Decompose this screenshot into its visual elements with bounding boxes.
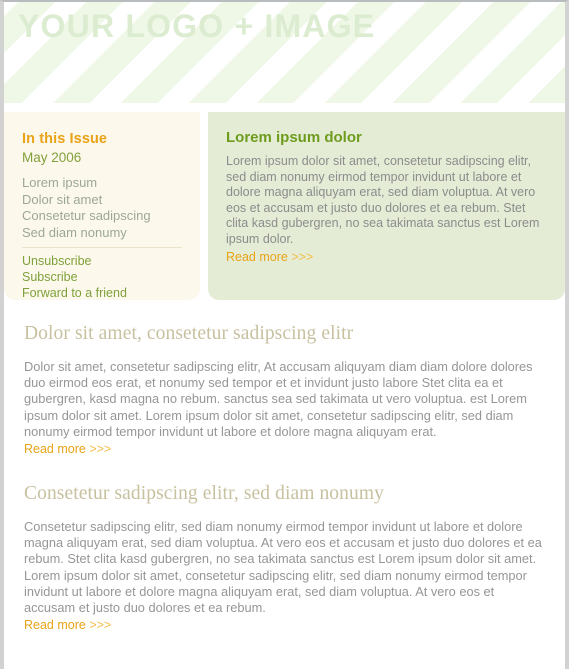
chevron-right-icon: >>>: [291, 249, 314, 264]
articles-section: Dolor sit amet, consetetur sadipscing el…: [4, 310, 565, 634]
newsletter-body: YOUR LOGO + IMAGE In this Issue May 2006…: [4, 2, 565, 667]
feature-band: In this Issue May 2006 Lorem ipsum Dolor…: [4, 112, 565, 310]
list-item[interactable]: Sed diam nonumy: [22, 225, 182, 242]
article-body: Dolor sit amet, consetetur sadipscing el…: [24, 359, 533, 439]
featured-read-more-link[interactable]: Read more >>>: [226, 249, 313, 266]
in-this-issue-heading: In this Issue: [22, 131, 108, 147]
subscription-links-list: Unsubscribe Subscribe Forward to a frien…: [22, 253, 182, 301]
article-item: Dolor sit amet, consetetur sadipscing el…: [24, 322, 545, 458]
unsubscribe-link[interactable]: Unsubscribe: [22, 254, 91, 268]
list-item[interactable]: Dolor sit amet: [22, 192, 182, 209]
article-title: Consetetur sadipscing elitr, sed diam no…: [24, 483, 384, 505]
chevron-right-icon: >>>: [89, 618, 112, 633]
issue-contents-list: Lorem ipsum Dolor sit amet Consetetur sa…: [22, 175, 182, 241]
article-title: Dolor sit amet, consetetur sadipscing el…: [24, 323, 354, 344]
featured-article-body: Lorem ipsum dolor sit amet, consetetur s…: [226, 154, 540, 246]
article-item: Consetetur sadipscing elitr, sed diam no…: [24, 482, 545, 634]
list-item: Unsubscribe: [22, 253, 182, 269]
article-body: Consetetur sadipscing elitr, sed diam no…: [24, 519, 542, 616]
chevron-right-icon: >>>: [89, 442, 112, 457]
issue-date: May 2006: [22, 150, 82, 165]
featured-article-title: Lorem ipsum dolor: [226, 129, 362, 146]
header-banner: YOUR LOGO + IMAGE: [4, 2, 565, 103]
read-more-label: Read more: [24, 618, 86, 633]
list-item: Forward to a friend: [22, 285, 182, 301]
read-more-label: Read more: [24, 442, 86, 457]
subscribe-link[interactable]: Subscribe: [22, 270, 78, 284]
article-read-more-link[interactable]: Read more >>>: [24, 441, 111, 458]
in-this-issue-panel: In this Issue May 2006 Lorem ipsum Dolor…: [4, 112, 200, 300]
featured-article-panel: Lorem ipsum dolor Lorem ipsum dolor sit …: [208, 112, 565, 300]
read-more-label: Read more: [226, 249, 288, 264]
list-item[interactable]: Lorem ipsum: [22, 175, 182, 192]
article-read-more-link[interactable]: Read more >>>: [24, 617, 111, 634]
list-item[interactable]: Consetetur sadipscing: [22, 208, 182, 225]
list-item: Subscribe: [22, 269, 182, 285]
logo-placeholder-text: YOUR LOGO + IMAGE: [18, 8, 376, 44]
issue-panel-divider: [22, 247, 182, 248]
forward-to-friend-link[interactable]: Forward to a friend: [22, 286, 127, 300]
newsletter-page: YOUR LOGO + IMAGE In this Issue May 2006…: [0, 0, 569, 669]
